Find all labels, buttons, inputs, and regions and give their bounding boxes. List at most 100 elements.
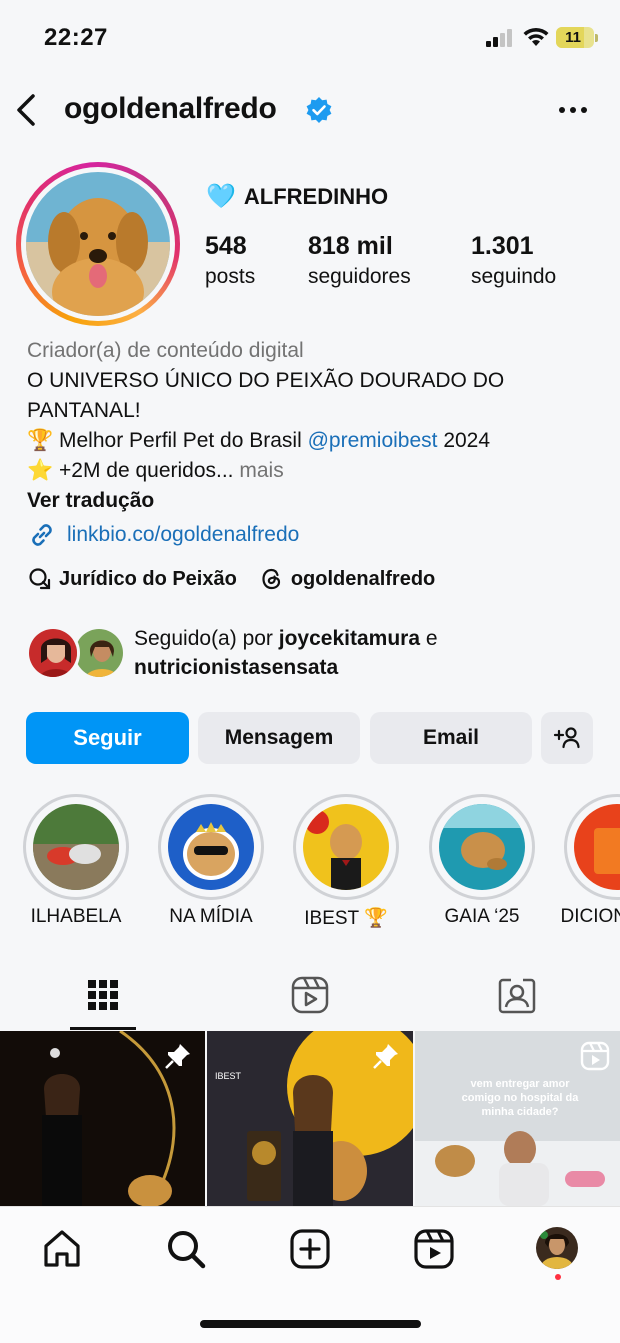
- post-thumbnail[interactable]: IBEST: [207, 1031, 413, 1206]
- stat-value: 818 mil: [308, 232, 393, 260]
- signal-icon: [486, 29, 514, 47]
- bio-text: +2M de queridos...: [59, 459, 234, 482]
- followed-by-text: Seguido(a) por joycekitamura e nutricion…: [134, 624, 438, 682]
- highlight-label: ILHABELA: [30, 906, 122, 927]
- profile-bio: Criador(a) de conteúdo digital O UNIVERS…: [27, 336, 607, 550]
- reel-caption-overlay: vem entregar amor comigo no hospital da …: [461, 1078, 579, 1118]
- follow-button[interactable]: Seguir: [26, 712, 189, 764]
- suggest-people-button[interactable]: [541, 712, 593, 764]
- tab-reels[interactable]: [207, 960, 413, 1030]
- tab-posts-grid[interactable]: [0, 960, 206, 1030]
- add-person-icon: [553, 727, 580, 749]
- stat-label: seguindo: [471, 265, 557, 288]
- followed-conj: e: [425, 627, 438, 650]
- highlight-label: NA MÍDIA: [169, 906, 253, 927]
- tab-tagged[interactable]: [414, 960, 620, 1030]
- profile-nav-avatar[interactable]: [536, 1227, 578, 1269]
- bio-website-link[interactable]: linkbio.co/ogoldenalfredo: [27, 520, 607, 550]
- stat-value: 1.301: [471, 232, 534, 260]
- stat-posts[interactable]: 548 posts: [205, 232, 255, 289]
- profile-header: ogoldenalfredo: [0, 80, 620, 140]
- threads-icon: [262, 568, 280, 590]
- extra-link-label: ogoldenalfredo: [290, 567, 436, 590]
- reels-icon: [291, 976, 329, 1014]
- chat-icon: [29, 568, 51, 590]
- message-button[interactable]: Mensagem: [198, 712, 360, 764]
- highlight-cover: [303, 804, 389, 890]
- notification-dot: [555, 1274, 561, 1280]
- website-url: linkbio.co/ogoldenalfredo: [67, 523, 300, 546]
- profile-category: Criador(a) de conteúdo digital: [27, 339, 304, 362]
- post-thumbnail[interactable]: [0, 1031, 205, 1206]
- bio-line: PANTANAL!: [27, 399, 141, 422]
- reels-nav-icon[interactable]: [412, 1227, 456, 1271]
- followed-by[interactable]: Seguido(a) por joycekitamura e nutricion…: [26, 624, 606, 684]
- highlight-cover: [439, 804, 525, 890]
- profile-stats: 548 posts 818 mil seguidores 1.301 segui…: [0, 232, 620, 302]
- username: ogoldenalfredo: [64, 92, 277, 125]
- display-name: 🩵 ALFREDINHO: [206, 184, 388, 210]
- highlight-cover: [168, 804, 254, 890]
- extra-link-label: Jurídico do Peixão: [59, 567, 237, 590]
- star-icon: ⭐: [27, 459, 54, 482]
- reel-icon: [580, 1041, 610, 1071]
- email-button[interactable]: Email: [370, 712, 532, 764]
- follower-username: nutricionistasensata: [134, 656, 339, 679]
- display-name-text: ALFREDINHO: [243, 184, 389, 209]
- bio-text: Melhor Perfil Pet do Brasil: [59, 429, 302, 452]
- highlight-item[interactable]: ILHABELA: [23, 794, 129, 927]
- follower-avatar: [26, 626, 80, 680]
- stat-label: posts: [205, 265, 256, 288]
- juridico-link[interactable]: Jurídico do Peixão: [27, 566, 237, 592]
- highlight-cover: [33, 804, 119, 890]
- back-arrow-icon[interactable]: [12, 92, 42, 128]
- highlight-label: DICIONÁRIO: [560, 906, 620, 927]
- posts-grid: IBEST vem entregar amor comigo no hospit…: [0, 1031, 620, 1206]
- followed-prefix: Seguido(a) por: [134, 627, 273, 650]
- grid-icon: [88, 980, 118, 1010]
- link-icon: [32, 524, 52, 546]
- follower-avatar: [72, 626, 126, 680]
- tagged-icon: [498, 978, 536, 1014]
- home-indicator: [200, 1320, 421, 1328]
- wifi-icon: [523, 27, 549, 46]
- bio-line: O UNIVERSO ÚNICO DO PEIXÃO DOURADO DO: [27, 369, 505, 392]
- highlight-item[interactable]: IBEST 🏆: [293, 794, 399, 929]
- bio-more-link[interactable]: mais: [239, 459, 283, 482]
- blue-heart-icon: 🩵: [206, 183, 236, 210]
- mention-link[interactable]: @premioibest: [308, 429, 438, 452]
- trophy-icon: 🏆: [27, 429, 54, 452]
- post-thumbnail[interactable]: vem entregar amor comigo no hospital da …: [415, 1031, 620, 1206]
- highlight-label: IBEST 🏆: [304, 908, 388, 929]
- verified-badge-icon: [306, 97, 332, 123]
- svg-text:IBEST: IBEST: [215, 1071, 242, 1081]
- bio-line: 🏆 Melhor Perfil Pet do Brasil @premioibe…: [27, 426, 607, 456]
- highlight-item[interactable]: NA MÍDIA: [158, 794, 264, 927]
- profile-tabs: [0, 960, 620, 1030]
- highlight-item[interactable]: GAIA ‘25: [429, 794, 535, 927]
- pinned-icon: [373, 1044, 398, 1069]
- threads-link[interactable]: ogoldenalfredo: [259, 566, 435, 592]
- battery-icon: 11: [556, 27, 598, 48]
- pinned-icon: [165, 1044, 190, 1069]
- highlight-cover: [574, 804, 620, 890]
- create-post-icon[interactable]: [288, 1227, 332, 1271]
- follower-username: joycekitamura: [278, 627, 421, 650]
- story-highlights: ILHABELA NA MÍDIA IBEST 🏆 GAIA ‘25 DICIO…: [0, 794, 620, 934]
- status-time: 22:27: [44, 24, 108, 51]
- more-options-icon[interactable]: [558, 98, 588, 122]
- stat-following[interactable]: 1.301 seguindo: [471, 232, 556, 289]
- see-translation-link[interactable]: Ver tradução: [27, 486, 607, 516]
- highlight-item[interactable]: DICIONÁRIO: [561, 794, 620, 927]
- highlight-label: GAIA ‘25: [444, 906, 520, 927]
- bio-line: ⭐ +2M de queridos... mais: [27, 456, 607, 486]
- stat-followers[interactable]: 818 mil seguidores: [308, 232, 411, 289]
- stat-value: 548: [205, 232, 247, 260]
- bio-text: 2024: [443, 429, 491, 452]
- home-icon[interactable]: [40, 1227, 84, 1271]
- search-icon[interactable]: [164, 1227, 208, 1271]
- battery-level: 11: [565, 29, 581, 46]
- profile-extra-links: Jurídico do Peixão ogoldenalfredo: [27, 566, 457, 592]
- status-bar: 22:27 11: [0, 0, 620, 72]
- stat-label: seguidores: [308, 265, 411, 288]
